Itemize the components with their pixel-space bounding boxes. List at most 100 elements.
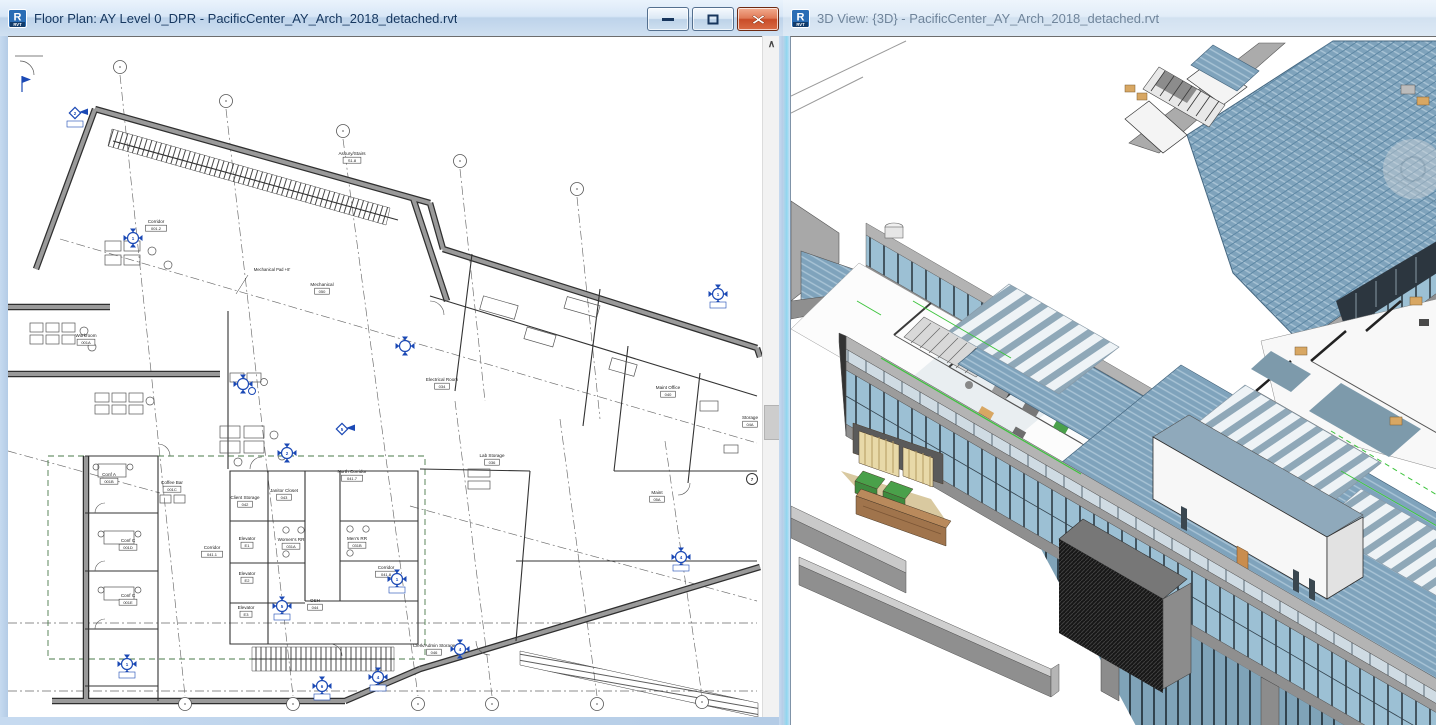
minimize-button[interactable] <box>647 7 689 31</box>
scrollbar-thumb[interactable] <box>764 405 780 440</box>
svg-text:Workroom: Workroom <box>75 333 96 338</box>
3d-view-canvas[interactable] <box>790 36 1436 725</box>
svg-text:042: 042 <box>242 502 249 507</box>
room-label: Corridor 001.2 <box>146 219 167 231</box>
svg-text:North Corridor: North Corridor <box>337 469 367 474</box>
section-marker-pennant[interactable]: 2 <box>67 107 88 127</box>
room-label: Conf C 001E <box>119 593 137 605</box>
svg-text:Corridor: Corridor <box>378 565 395 570</box>
room-label: Elevator E1 <box>239 536 256 548</box>
svg-text:050: 050 <box>319 289 326 294</box>
window-title: Floor Plan: AY Level 0_DPR - PacificCent… <box>34 11 457 26</box>
window-frame-left <box>0 36 8 725</box>
svg-text:Lab Storage: Lab Storage <box>479 453 504 458</box>
svg-text:Electrical Room: Electrical Room <box>426 377 458 382</box>
section-marker-pennant[interactable]: 5 <box>336 423 355 434</box>
room-label: Women's RR 031A <box>278 537 306 549</box>
svg-text:043: 043 <box>281 495 288 500</box>
close-button[interactable] <box>737 7 779 31</box>
svg-text:Mechanical Pad +8': Mechanical Pad +8' <box>254 267 291 272</box>
svg-text:Maint Office: Maint Office <box>656 385 681 390</box>
svg-text:Elevator: Elevator <box>238 605 255 610</box>
svg-text:001A: 001A <box>81 340 91 345</box>
svg-text:041.1: 041.1 <box>207 552 218 557</box>
svg-text:046: 046 <box>431 650 438 655</box>
svg-text:001D: 001D <box>123 545 133 550</box>
svg-text:RVT: RVT <box>796 22 805 27</box>
room-label: Janitor Closet 043 <box>270 488 299 500</box>
svg-text:Conf C: Conf C <box>121 593 136 598</box>
svg-text:040: 040 <box>665 392 672 397</box>
svg-text:041.7: 041.7 <box>347 476 358 481</box>
3d-view-window: R RVT 3D View: {3D} - PacificCenter_AY_A… <box>783 0 1436 725</box>
room-label: Workroom 001A <box>75 333 96 345</box>
svg-text:001E: 001E <box>123 600 133 605</box>
minimize-icon <box>661 14 675 24</box>
svg-text:Client Storage: Client Storage <box>230 495 260 500</box>
svg-text:Clerk/Admin Storage: Clerk/Admin Storage <box>413 643 456 648</box>
svg-text:034: 034 <box>439 384 446 389</box>
svg-text:05A: 05A <box>653 497 660 502</box>
svg-text:001.2: 001.2 <box>151 226 162 231</box>
svg-text:Elevator: Elevator <box>239 571 256 576</box>
section-marker-pair[interactable] <box>234 375 256 395</box>
revit-workspace: R RVT Floor Plan: AY Level 0_DPR - Pacif… <box>0 0 1436 725</box>
room-label: Electrical Room 034 <box>426 377 458 389</box>
floor-plan-titlebar[interactable]: R RVT Floor Plan: AY Level 0_DPR - Pacif… <box>0 0 783 37</box>
3d-view-titlebar[interactable]: R RVT 3D View: {3D} - PacificCenter_AY_A… <box>783 0 1436 37</box>
room-label: Conf A001B <box>100 472 118 484</box>
section-marker-wheel[interactable] <box>396 337 415 356</box>
door-swings <box>95 301 690 656</box>
room-label: Client Storage 042 <box>230 495 260 507</box>
section-marker-wheel[interactable]: 1 <box>118 655 137 679</box>
rvt-file-icon: R RVT <box>791 9 810 28</box>
window-frame-bottom <box>0 717 783 725</box>
svg-text:Elevator: Elevator <box>239 536 256 541</box>
restore-icon <box>707 14 719 25</box>
room-label: Men's RR 031B <box>347 536 368 548</box>
room-labels: Assury/Stairs S1.8 Workroom 001A Corridor 001… <box>75 151 758 655</box>
section-marker-wheel[interactable]: 5 <box>273 597 292 621</box>
svg-text:Assury/Stairs: Assury/Stairs <box>338 151 366 156</box>
text-annotation: Mechanical Pad +8' <box>236 267 290 294</box>
room-label: Coffee Bar001C <box>161 480 183 492</box>
rvt-file-icon: R RVT <box>8 9 27 28</box>
section-marker-wheel[interactable]: 4 <box>672 548 691 572</box>
svg-text:Conf C: Conf C <box>121 538 136 543</box>
section-marker-flag[interactable] <box>22 76 31 92</box>
vertical-scrollbar[interactable]: ∧ <box>762 36 780 717</box>
room-label: Corridor 041.1 <box>202 545 223 557</box>
svg-text:Corridor: Corridor <box>148 219 165 224</box>
section-markers[interactable]: 2112514516447 <box>22 76 758 700</box>
svg-text:S1.8: S1.8 <box>348 158 357 163</box>
svg-text:001B: 001B <box>104 479 114 484</box>
svg-text:Men's RR: Men's RR <box>347 536 368 541</box>
svg-text:Corridor: Corridor <box>204 545 221 550</box>
room-label: Conf C 001D <box>119 538 137 550</box>
floor-plan-canvas[interactable]: Assury/Stairs S1.8 Workroom 001A Corridor 001… <box>8 36 762 718</box>
close-icon <box>752 14 765 25</box>
svg-text:044: 044 <box>312 605 319 610</box>
room-label: Maint Office 040 <box>656 385 681 397</box>
svg-text:Coffee Bar: Coffee Bar <box>161 480 183 485</box>
svg-text:041.8: 041.8 <box>381 572 392 577</box>
svg-text:E1: E1 <box>245 543 251 548</box>
svg-text:Janitor Closet: Janitor Closet <box>270 488 299 493</box>
room-label: North Corridor 041.7 <box>337 469 367 481</box>
room-label: Assury/Stairs S1.8 <box>338 151 366 163</box>
room-label: ElevatorE3 <box>238 605 255 617</box>
scroll-up-button[interactable]: ∧ <box>763 36 780 53</box>
restore-button[interactable] <box>692 7 734 31</box>
svg-text:031B: 031B <box>352 543 362 548</box>
svg-text:OSH: OSH <box>310 598 320 603</box>
room-label: Maint 05A <box>650 490 665 502</box>
floor-plan-window: R RVT Floor Plan: AY Level 0_DPR - Pacif… <box>0 0 783 725</box>
svg-text:Mechanical: Mechanical <box>310 282 333 287</box>
room-label: Mechanical 050 <box>310 282 333 294</box>
window-title: 3D View: {3D} - PacificCenter_AY_Arch_20… <box>817 11 1159 26</box>
svg-text:Women's RR: Women's RR <box>278 537 306 542</box>
svg-text:Maint: Maint <box>651 490 663 495</box>
svg-text:031A: 031A <box>286 544 296 549</box>
section-marker-wheel[interactable]: 1 <box>124 229 143 248</box>
section-marker-wheel[interactable]: 6 <box>313 677 332 701</box>
